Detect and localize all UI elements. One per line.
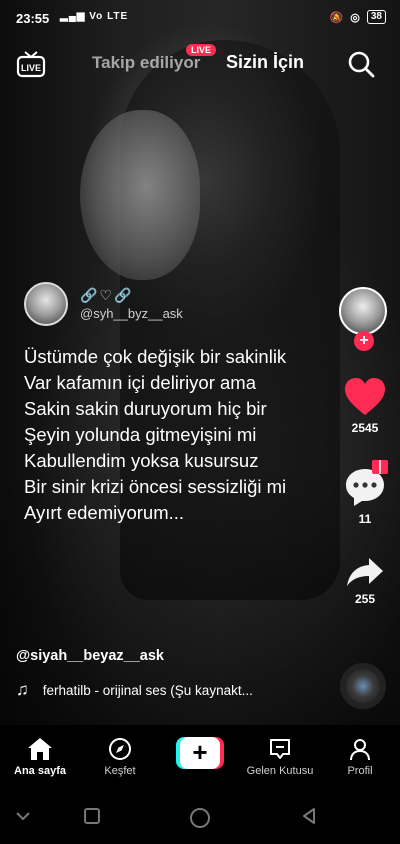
create-button[interactable]: + [176, 737, 224, 769]
data-saver-icon: ◎ [350, 11, 360, 24]
status-right: 🔕 ◎ 38 [330, 10, 386, 24]
system-navigation [0, 789, 400, 844]
caption-link-heart-icons: 🔗♡🔗 [80, 287, 134, 303]
creator-avatar[interactable] [339, 287, 387, 335]
recent-apps-icon[interactable] [83, 807, 101, 825]
signal-icon: ▂▄▆ Vo LTE [60, 11, 129, 22]
nav-home[interactable]: Ana sayfa [0, 737, 80, 777]
chevron-down-icon[interactable] [14, 807, 32, 825]
live-tv-icon[interactable]: LIVE [16, 50, 46, 78]
nav-profile-label: Profil [347, 765, 373, 777]
poem-line: Şeyin yolunda gitmeyişini mi [24, 424, 257, 445]
home-icon [28, 738, 52, 760]
like-button[interactable]: 2545 [341, 377, 389, 435]
music-title: ferhatilb - orijinal ses (Şu kaynakt... [42, 682, 253, 698]
compass-icon [109, 738, 131, 760]
caption-card-header: 🔗♡🔗 @syh__byz__ask [24, 282, 183, 326]
share-arrow-icon [347, 558, 383, 586]
svg-text:LIVE: LIVE [21, 63, 41, 73]
caption-username: @syh__byz__ask [80, 306, 183, 321]
battery-icon: 38 [366, 10, 386, 24]
live-badge: LIVE [186, 44, 217, 56]
caption-poem: Üstümde çok değişik bir sakinlik Var kaf… [24, 344, 354, 526]
caption-meta: 🔗♡🔗 @syh__byz__ask [80, 287, 183, 321]
poem-line: Sakin sakin duruyorum hiç bir [24, 398, 267, 419]
nav-inbox[interactable]: Gelen Kutusu [240, 737, 320, 777]
caption-avatar [24, 282, 68, 326]
home-circle-icon[interactable] [189, 807, 211, 829]
poem-line: Var kafamın içi deliriyor ama [24, 372, 257, 393]
follow-plus-icon[interactable]: + [354, 331, 374, 351]
nav-discover-label: Keşfet [104, 765, 136, 777]
inbox-icon [270, 739, 290, 759]
battery-level: 38 [370, 11, 382, 22]
tab-following[interactable]: Takip ediliyor [92, 53, 200, 73]
heart-icon [345, 378, 385, 415]
comment-button[interactable]: 11 [341, 466, 389, 526]
network-label: Vo LTE [89, 11, 129, 22]
search-icon[interactable] [346, 49, 376, 79]
back-icon[interactable] [300, 807, 318, 825]
share-count: 255 [354, 592, 376, 606]
share-button[interactable]: 255 [341, 556, 389, 606]
music-disc-icon[interactable] [340, 663, 386, 709]
comment-count: 11 [358, 512, 372, 526]
author-username[interactable]: @siyah__beyaz__ask [16, 648, 164, 664]
nav-profile[interactable]: Profil [320, 737, 400, 777]
poem-line: Ayırt edemiyorum... [24, 502, 185, 523]
nav-home-label: Ana sayfa [14, 765, 66, 777]
status-bar: 23:55 ▂▄▆ Vo LTE 🔕 ◎ 38 [0, 0, 400, 36]
music-info[interactable]: ♫ ferhatilb - orijinal ses (Şu kaynakt..… [16, 680, 253, 700]
top-navigation: LIVE Takip ediliyor LIVE Sizin İçin [0, 44, 400, 84]
poem-line: Üstümde çok değişik bir sakinlik [24, 346, 287, 367]
profile-icon [350, 739, 370, 761]
nav-inbox-label: Gelen Kutusu [246, 765, 314, 777]
plus-icon: + [180, 737, 220, 769]
poem-line: Kabullendim yoksa kusursuz [24, 450, 259, 471]
like-count: 2545 [351, 421, 379, 435]
bottom-navigation: Ana sayfa Keşfet + Gelen Kutusu Profil [0, 725, 400, 789]
gift-icon [372, 460, 388, 474]
music-note-icon: ♫ [16, 680, 29, 699]
video-figure-face [80, 110, 200, 280]
poem-line: Bir sinir krizi öncesi sessizliği mi [24, 476, 287, 497]
tab-for-you[interactable]: Sizin İçin [226, 52, 304, 73]
nav-discover[interactable]: Keşfet [80, 737, 160, 777]
mute-icon: 🔕 [329, 11, 344, 24]
status-time: 23:55 [16, 11, 50, 26]
